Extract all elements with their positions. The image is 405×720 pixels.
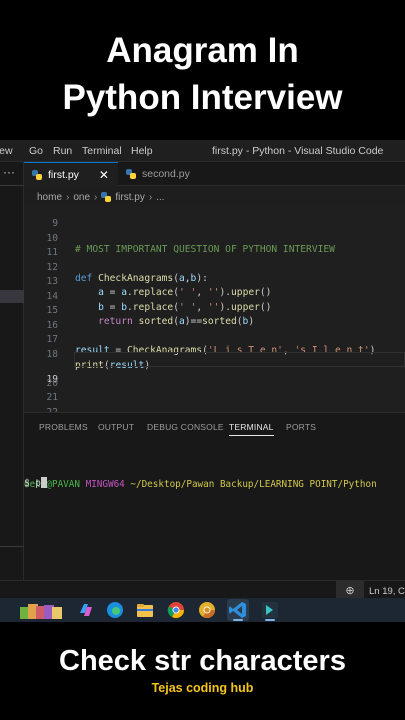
bottom-panel: PROBLEMS OUTPUT DEBUG CONSOLE TERMINAL P… (24, 412, 405, 602)
activity-divider (0, 185, 24, 186)
status-bar: ⊕ Ln 19, Co (0, 580, 405, 601)
running-indicator (233, 619, 243, 621)
window-title: first.py - Python - Visual Studio Code (212, 145, 384, 157)
panel-tabs: PROBLEMS OUTPUT DEBUG CONSOLE TERMINAL P… (24, 413, 405, 437)
tab-label: first.py (48, 168, 79, 181)
menu-go[interactable]: Go (29, 145, 43, 157)
chevron-right-icon: › (148, 191, 153, 203)
terminal-prompt: $ (24, 478, 36, 489)
terminal[interactable]: dell@PAVAN MINGW64 ~/Desktop/Pawan Backu… (24, 457, 405, 523)
menu-view[interactable]: View (0, 145, 13, 157)
close-icon[interactable]: ✕ (99, 168, 109, 182)
cursor-position[interactable]: Ln 19, Co (369, 586, 405, 597)
code-line: 10 # MOST IMPORTANT QUESTION OF PYTHON I… (24, 222, 405, 255)
terminal-prompt-line: dell@PAVAN MINGW64 ~/Desktop/Pawan Backu… (24, 479, 405, 490)
activity-divider (0, 546, 24, 547)
chrome-canary-icon[interactable] (198, 601, 216, 619)
tab-ports[interactable]: PORTS (286, 422, 316, 432)
more-icon[interactable]: ··· (3, 165, 15, 179)
code-line: 11 (24, 236, 405, 258)
code-editor[interactable]: 9 10 # MOST IMPORTANT QUESTION OF PYTHON… (24, 206, 405, 418)
editor-tabs: first.py ✕ second.py (24, 162, 405, 186)
edge-icon[interactable] (106, 601, 124, 619)
code-line: 9 (24, 207, 405, 229)
file-explorer-icon[interactable] (136, 601, 154, 619)
menu-terminal[interactable]: Terminal (82, 145, 122, 157)
tab-problems[interactable]: PROBLEMS (39, 422, 88, 432)
terminal-cursor (40, 477, 47, 488)
terminal-input-line[interactable]: $ p (24, 477, 47, 489)
code-line: 14 b = b.replace(' ', '').upper() (24, 280, 405, 313)
app-icon[interactable] (261, 601, 279, 619)
chrome-icon[interactable] (167, 601, 185, 619)
headline-line-2: Python Interview (62, 78, 343, 117)
running-indicator (265, 619, 275, 621)
channel-credit: Tejas coding hub (151, 681, 254, 695)
vscode-icon[interactable] (227, 599, 249, 621)
tab-output[interactable]: OUTPUT (98, 422, 134, 432)
python-file-icon (32, 169, 42, 180)
code-line: 13 a = a.replace(' ', '').upper() (24, 265, 405, 298)
python-file-icon (101, 192, 112, 202)
headline-line-1: Anagram In (106, 31, 299, 70)
python-file-icon (126, 169, 136, 179)
breadcrumb-symbol[interactable]: ... (156, 192, 164, 203)
menu-bar: View Go Run Terminal Help first.py - Pyt… (0, 140, 405, 162)
code-line: 22 (24, 396, 405, 418)
chevron-right-icon: › (94, 191, 98, 203)
tab-second-py[interactable]: second.py (118, 162, 218, 186)
tab-first-py[interactable]: first.py ✕ (24, 162, 118, 186)
code-line: 16 (24, 309, 405, 331)
menu-help[interactable]: Help (131, 145, 153, 157)
tab-debug-console[interactable]: DEBUG CONSOLE (147, 422, 224, 432)
vscode-window: View Go Run Terminal Help first.py - Pyt… (0, 140, 405, 622)
code-line: 12 def CheckAnagrams(a,b): (24, 251, 405, 284)
chevron-right-icon: › (66, 191, 70, 203)
terminal-host: MINGW64 (85, 479, 125, 490)
copilot-icon[interactable] (77, 601, 95, 619)
terminal-path: ~/Desktop/Pawan Backup/LEARNING POINT/Py… (130, 479, 377, 490)
windows-taskbar (0, 598, 405, 622)
code-line: 15 return sorted(a)==sorted(b) (24, 294, 405, 327)
code-line: 21 (24, 381, 405, 403)
activity-bar: ··· (0, 162, 24, 622)
tab-terminal[interactable]: TERMINAL (229, 422, 274, 436)
breadcrumb-home[interactable]: home (37, 192, 62, 203)
activity-selected-item[interactable] (0, 290, 24, 303)
code-line: 18 print(result) (24, 338, 405, 371)
breadcrumb-file[interactable]: first.py (115, 192, 144, 203)
files-icon[interactable] (20, 601, 68, 619)
menu-run[interactable]: Run (53, 145, 72, 157)
tab-label: second.py (142, 168, 190, 180)
current-line-highlight (74, 352, 405, 367)
code-line-current: 19 (24, 352, 405, 385)
breadcrumb-one[interactable]: one (73, 192, 90, 203)
code-line: 20 (24, 367, 405, 389)
video-caption: Check str characters (59, 645, 346, 677)
code-line: 17 result = CheckAnagrams('L i s T e n',… (24, 323, 405, 356)
breadcrumb: home › one › first.py › ... (24, 188, 405, 206)
